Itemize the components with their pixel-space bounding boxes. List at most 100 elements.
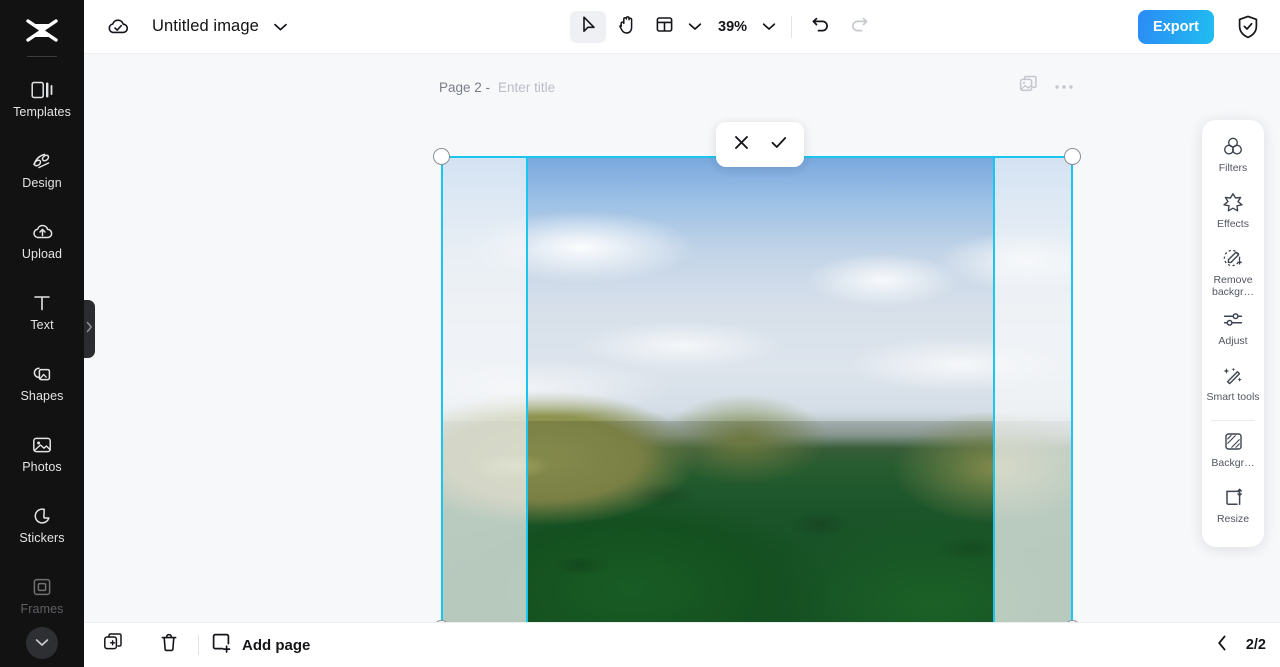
cloud-saved-icon[interactable] (106, 16, 130, 38)
resize-handle-top-left[interactable] (433, 148, 450, 165)
sidebar-item-photos[interactable]: Photos (0, 418, 84, 489)
layout-grid-icon (655, 15, 674, 39)
sidebar-item-label: Stickers (19, 530, 65, 545)
sidebar-expand-handle[interactable] (84, 300, 95, 358)
page-title-input[interactable] (498, 75, 635, 99)
panel-item-filters[interactable]: Filters (1202, 130, 1264, 186)
effects-star-icon (1222, 192, 1244, 213)
sidebar-item-label: Shapes (20, 388, 64, 403)
photos-icon (31, 434, 53, 456)
close-x-icon (733, 134, 750, 156)
bottom-toolbar-divider (198, 635, 199, 655)
undo-arrow-icon (811, 16, 831, 39)
canvas-area[interactable]: Page 2 - Enter title Filters Effects Rem… (84, 54, 1280, 622)
adjust-sliders-icon (1222, 309, 1244, 330)
panel-item-label: Backgr… (1211, 456, 1255, 469)
resize-handle-top-right[interactable] (1064, 148, 1081, 165)
page-header-row: Page 2 - (439, 74, 1074, 100)
artboard[interactable] (443, 158, 1071, 622)
toolbar-divider (791, 16, 793, 38)
add-page-icon (211, 632, 233, 659)
left-sidebar: Templates Design Upload Text Shapes Phot… (0, 0, 84, 667)
panel-item-background[interactable]: Backgr… (1202, 425, 1264, 481)
chevron-down-icon (35, 634, 49, 652)
export-button[interactable]: Export (1138, 10, 1214, 44)
panel-item-smart-tools[interactable]: Smart tools (1202, 359, 1264, 415)
resize-icon (1223, 487, 1244, 508)
delete-page-button[interactable] (152, 628, 186, 662)
chevron-right-icon (86, 320, 93, 338)
sidebar-item-shapes[interactable]: Shapes (0, 347, 84, 418)
sidebar-divider (27, 56, 57, 57)
panel-item-effects[interactable]: Effects (1202, 186, 1264, 242)
crop-confirm-button[interactable] (764, 130, 794, 160)
layout-tool-button[interactable] (646, 11, 682, 43)
sidebar-item-stickers[interactable]: Stickers (0, 489, 84, 560)
panel-item-remove-background[interactable]: Remove backgr… (1202, 242, 1264, 303)
design-icon (31, 150, 53, 172)
redo-button[interactable] (841, 11, 877, 43)
redo-arrow-icon (849, 16, 869, 39)
sidebar-item-label: Photos (22, 459, 62, 474)
panel-item-label: Filters (1218, 162, 1248, 174)
shield-check-icon[interactable] (1236, 14, 1260, 45)
text-icon (31, 292, 53, 314)
background-swatch-icon (1223, 431, 1244, 452)
zoom-dropdown-button[interactable] (758, 12, 780, 42)
layout-dropdown-button[interactable] (684, 12, 706, 42)
cursor-arrow-icon (579, 15, 598, 39)
toolbar-tools: 39% (570, 0, 877, 54)
hand-icon (617, 15, 636, 40)
more-horizontal-icon[interactable] (1054, 78, 1074, 96)
add-page-button[interactable]: Add page (211, 632, 310, 659)
shapes-icon (31, 363, 53, 385)
sidebar-item-label: Templates (13, 104, 71, 119)
check-icon (770, 135, 788, 155)
smart-tools-wand-icon (1222, 365, 1244, 386)
image-tools-panel: Filters Effects Remove backgr… Adjust Sm… (1202, 120, 1264, 547)
capcut-image-editor: Templates Design Upload Text Shapes Phot… (0, 0, 1280, 667)
page-number-label: Page 2 - (439, 79, 491, 95)
sidebar-item-templates[interactable]: Templates (0, 63, 84, 134)
panel-divider (1211, 419, 1255, 421)
sidebar-item-upload[interactable]: Upload (0, 205, 84, 276)
page-navigation: 2/2 (1216, 634, 1266, 657)
image-selection-box[interactable] (433, 148, 1081, 622)
sidebar-item-text[interactable]: Text (0, 276, 84, 347)
chevron-down-icon (762, 18, 776, 36)
sidebar-item-label: Frames (20, 601, 64, 616)
crop-confirm-toolbar (716, 122, 804, 167)
chocolate-hills-landscape-photo[interactable] (443, 158, 1071, 622)
templates-icon (31, 79, 53, 101)
hand-tool-button[interactable] (608, 11, 644, 43)
panel-item-label: Resize (1216, 512, 1250, 525)
sidebar-item-frames[interactable]: Frames (0, 560, 84, 631)
panel-item-resize[interactable]: Resize (1202, 481, 1264, 537)
panel-item-label: Remove backgr… (1211, 274, 1254, 299)
chevron-down-icon[interactable] (273, 22, 288, 32)
undo-button[interactable] (803, 11, 839, 43)
bottom-toolbar: Add page 2/2 (84, 622, 1280, 667)
crop-cancel-button[interactable] (726, 130, 756, 160)
select-tool-button[interactable] (570, 11, 606, 43)
capcut-logo-icon[interactable] (24, 10, 60, 52)
remove-background-icon (1222, 248, 1244, 269)
filters-circles-icon (1222, 136, 1244, 157)
trash-icon (159, 632, 179, 658)
sidebar-more-button[interactable] (26, 627, 58, 659)
chevron-left-icon[interactable] (1216, 634, 1228, 657)
panel-item-adjust[interactable]: Adjust (1202, 303, 1264, 359)
zoom-level-value[interactable]: 39% (718, 19, 747, 35)
chevron-down-icon (688, 18, 702, 36)
document-title[interactable]: Untitled image (152, 17, 259, 36)
stickers-icon (31, 505, 53, 527)
duplicate-page-icon (103, 632, 124, 658)
panel-item-label: Adjust (1218, 334, 1248, 347)
upload-cloud-icon (31, 221, 54, 243)
duplicate-page-button[interactable] (96, 628, 130, 662)
page-counter: 2/2 (1245, 637, 1266, 653)
sidebar-item-label: Text (30, 317, 54, 332)
duplicate-image-icon[interactable] (1019, 75, 1038, 99)
sidebar-item-design[interactable]: Design (0, 134, 84, 205)
panel-item-label: Smart tools (1206, 390, 1260, 403)
